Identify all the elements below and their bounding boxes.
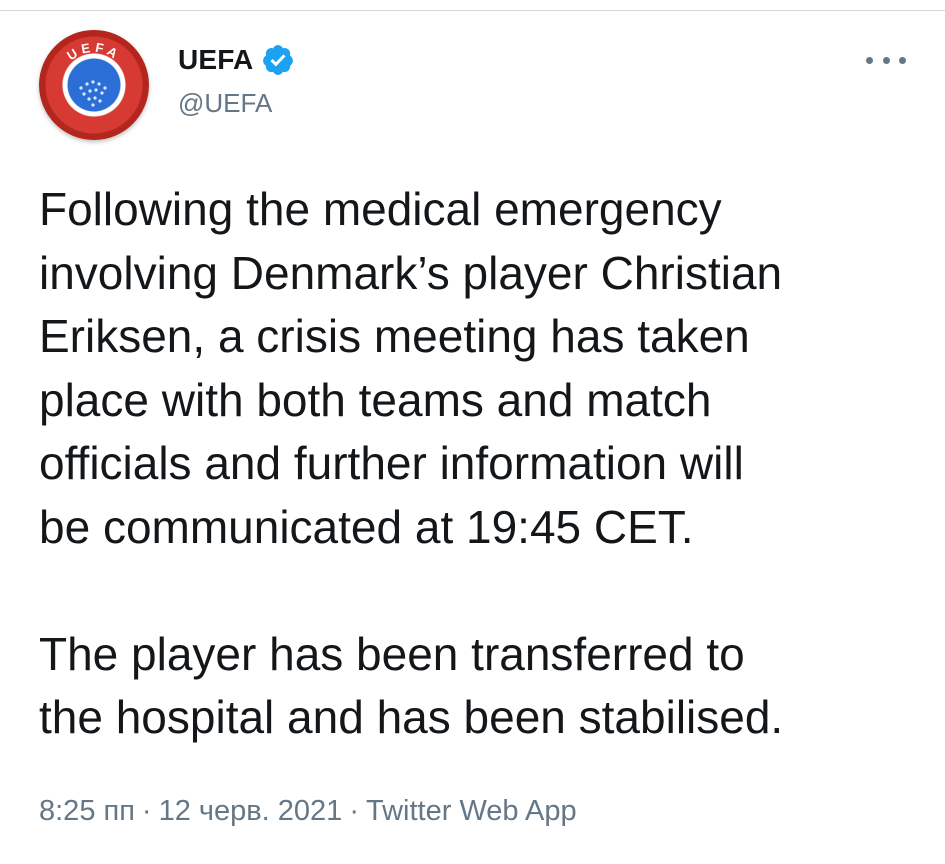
svg-text:UEFA: UEFA [64,40,124,64]
meta-separator: · [349,795,359,827]
more-dot [882,56,890,64]
tweet-text: Following the medical emergency involvin… [39,178,919,750]
author-name-row: UEFA [178,40,295,80]
more-dot [899,56,906,64]
tweet-card: UEFA UEFA @UEFA Following the medical em… [0,0,945,864]
uefa-logo-icon: UEFA [64,40,124,107]
avatar-logo-text: UEFA [64,40,120,64]
meta-separator: · [141,795,152,827]
tweet-time[interactable]: 8:25 пп [39,795,135,827]
tweet-paragraph-2: The player has been transferred to the h… [39,627,784,744]
tweet-date[interactable]: 12 черв. 2021 [159,795,343,827]
avatar[interactable]: UEFA [39,30,149,140]
tweet-paragraph-1: Following the medical emergency involvin… [39,183,783,553]
author-handle[interactable]: @UEFA [178,88,272,119]
author-display-name[interactable]: UEFA [178,44,253,76]
tweet-source[interactable]: Twitter Web App [366,795,577,827]
more-dot [866,56,873,64]
more-options-icon[interactable] [866,50,906,70]
verified-badge-icon [261,43,295,77]
tweet-meta: 8:25 пп · 12 черв. 2021 · Twitter Web App [39,795,577,828]
